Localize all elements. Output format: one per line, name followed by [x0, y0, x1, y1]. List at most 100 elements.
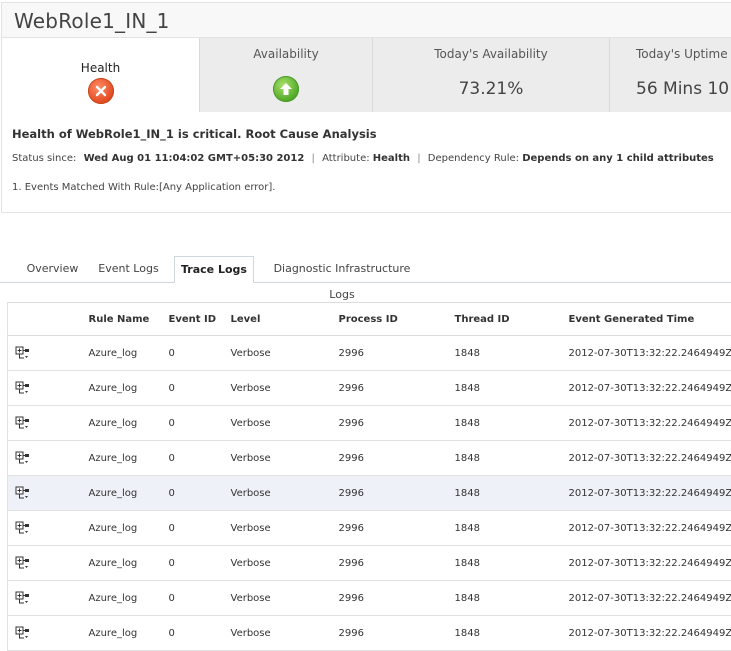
- tree-expand-icon[interactable]: [15, 521, 31, 535]
- cell-event-generated-time: 2012-07-30T13:32:22.2464949Z: [568, 511, 731, 546]
- availability-label: Availability: [200, 47, 372, 61]
- cell-event-id: 0: [168, 616, 230, 651]
- table-row[interactable]: Azure_log0Verbose299618482012-07-30T13:3…: [8, 511, 731, 546]
- cell-process-id: 2996: [338, 441, 454, 476]
- cell-process-id: 2996: [338, 336, 454, 371]
- table-row[interactable]: Azure_log0Verbose299618482012-07-30T13:3…: [8, 371, 731, 406]
- log-tabs: Overview Event Logs Trace Logs Diagnosti…: [0, 255, 731, 283]
- cell-thread-id: 1848: [454, 511, 568, 546]
- column-header-level[interactable]: Level: [230, 303, 338, 336]
- row-icon-cell: [8, 406, 88, 441]
- row-icon-cell: [8, 511, 88, 546]
- cell-rule-name: Azure_log: [88, 441, 168, 476]
- tree-expand-icon[interactable]: [15, 626, 31, 640]
- cell-rule-name: Azure_log: [88, 476, 168, 511]
- separator: |: [312, 153, 315, 164]
- cell-rule-name: Azure_log: [88, 406, 168, 441]
- cell-thread-id: 1848: [454, 336, 568, 371]
- summary-panel: Health Availability Today's Availability…: [1, 38, 731, 213]
- cell-rule-name: Azure_log: [88, 371, 168, 406]
- cell-event-id: 0: [168, 581, 230, 616]
- cell-event-generated-time: 2012-07-30T13:32:22.2464949Z: [568, 546, 731, 581]
- cell-level: Verbose: [230, 581, 338, 616]
- table-row[interactable]: Azure_log0Verbose299618482012-07-30T13:3…: [8, 476, 731, 511]
- column-header-icon: [8, 303, 88, 336]
- column-header-event-id[interactable]: Event ID: [168, 303, 230, 336]
- table-row[interactable]: Azure_log0Verbose299618482012-07-30T13:3…: [8, 616, 731, 651]
- today-availability-metric: Today's Availability 73.21%: [372, 38, 609, 112]
- trace-logs-table: Rule Name Event ID Level Process ID Thre…: [7, 302, 731, 651]
- column-header-thread-id[interactable]: Thread ID: [454, 303, 568, 336]
- cell-process-id: 2996: [338, 406, 454, 441]
- cell-event-generated-time: 2012-07-30T13:32:22.2464949Z: [568, 476, 731, 511]
- status-line: Status since: Wed Aug 01 11:04:02 GMT+05…: [12, 153, 714, 164]
- cell-process-id: 2996: [338, 616, 454, 651]
- table-row[interactable]: Azure_log0Verbose299618482012-07-30T13:3…: [8, 546, 731, 581]
- cell-process-id: 2996: [338, 546, 454, 581]
- table-row[interactable]: Azure_log0Verbose299618482012-07-30T13:3…: [8, 336, 731, 371]
- status-since-value: Wed Aug 01 11:04:02 GMT+05:30 2012: [84, 153, 305, 164]
- cell-rule-name: Azure_log: [88, 336, 168, 371]
- metrics-strip: Health Availability Today's Availability…: [2, 38, 731, 112]
- cell-level: Verbose: [230, 546, 338, 581]
- health-metric: Health: [2, 38, 199, 112]
- dependency-value: Depends on any 1 child attributes: [522, 153, 714, 164]
- row-icon-cell: [8, 371, 88, 406]
- cell-process-id: 2996: [338, 476, 454, 511]
- cell-event-id: 0: [168, 546, 230, 581]
- cell-level: Verbose: [230, 371, 338, 406]
- cell-thread-id: 1848: [454, 616, 568, 651]
- tree-expand-icon[interactable]: [15, 451, 31, 465]
- cell-thread-id: 1848: [454, 581, 568, 616]
- cell-rule-name: Azure_log: [88, 546, 168, 581]
- cell-process-id: 2996: [338, 511, 454, 546]
- row-icon-cell: [8, 616, 88, 651]
- title-bar: WebRole1_IN_1: [1, 2, 731, 38]
- tree-expand-icon[interactable]: [15, 591, 31, 605]
- cell-event-id: 0: [168, 371, 230, 406]
- table-row[interactable]: Azure_log0Verbose299618482012-07-30T13:3…: [8, 406, 731, 441]
- cell-rule-name: Azure_log: [88, 581, 168, 616]
- cell-rule-name: Azure_log: [88, 511, 168, 546]
- cell-level: Verbose: [230, 406, 338, 441]
- tree-expand-icon[interactable]: [15, 556, 31, 570]
- cell-event-generated-time: 2012-07-30T13:32:22.2464949Z: [568, 616, 731, 651]
- tree-expand-icon[interactable]: [15, 381, 31, 395]
- events-matched: 1. Events Matched With Rule:[Any Applica…: [12, 182, 276, 193]
- cell-thread-id: 1848: [454, 371, 568, 406]
- cell-level: Verbose: [230, 476, 338, 511]
- up-arrow-icon[interactable]: [273, 76, 299, 102]
- tab-overview[interactable]: Overview: [20, 256, 85, 282]
- cell-event-generated-time: 2012-07-30T13:32:22.2464949Z: [568, 581, 731, 616]
- column-header-process-id[interactable]: Process ID: [338, 303, 454, 336]
- today-uptime-value: 56 Mins 10: [636, 79, 731, 99]
- tree-expand-icon[interactable]: [15, 346, 31, 360]
- today-uptime-metric: Today's Uptime 56 Mins 10: [609, 38, 731, 112]
- cell-event-id: 0: [168, 441, 230, 476]
- cell-thread-id: 1848: [454, 476, 568, 511]
- tab-diagnostic-infrastructure-logs[interactable]: Diagnostic Infrastructure Logs: [262, 256, 422, 282]
- tab-trace-logs[interactable]: Trace Logs: [174, 256, 254, 283]
- tree-expand-icon[interactable]: [15, 416, 31, 430]
- tree-expand-icon[interactable]: [15, 486, 31, 500]
- separator: |: [417, 153, 420, 164]
- table-row[interactable]: Azure_log0Verbose299618482012-07-30T13:3…: [8, 441, 731, 476]
- cell-event-id: 0: [168, 476, 230, 511]
- cell-process-id: 2996: [338, 371, 454, 406]
- status-since-label: Status since:: [12, 153, 76, 164]
- column-header-event-generated-time[interactable]: Event Generated Time: [568, 303, 731, 336]
- cell-thread-id: 1848: [454, 441, 568, 476]
- cell-event-id: 0: [168, 406, 230, 441]
- cell-event-generated-time: 2012-07-30T13:32:22.2464949Z: [568, 336, 731, 371]
- cell-level: Verbose: [230, 616, 338, 651]
- availability-metric: Availability: [199, 38, 372, 112]
- critical-x-icon[interactable]: [88, 78, 114, 104]
- attribute-label: Attribute:: [322, 153, 370, 164]
- attribute-value: Health: [373, 153, 410, 164]
- column-header-rule-name[interactable]: Rule Name: [88, 303, 168, 336]
- table-row[interactable]: Azure_log0Verbose299618482012-07-30T13:3…: [8, 581, 731, 616]
- cell-level: Verbose: [230, 511, 338, 546]
- tab-event-logs[interactable]: Event Logs: [92, 256, 165, 282]
- page-title: WebRole1_IN_1: [14, 9, 170, 33]
- cell-rule-name: Azure_log: [88, 616, 168, 651]
